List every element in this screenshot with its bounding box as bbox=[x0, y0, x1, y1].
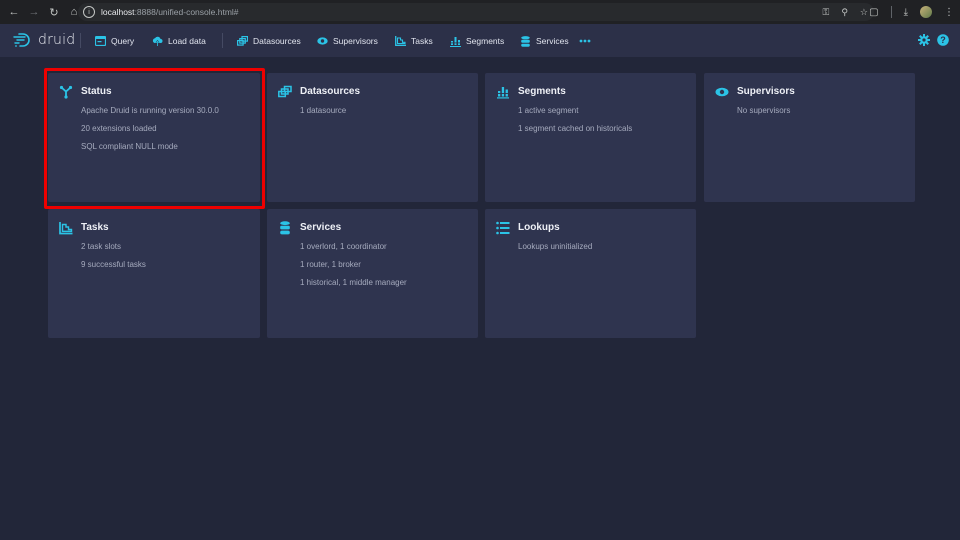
nav-more-button[interactable] bbox=[579, 33, 596, 49]
card-datasources[interactable]: Datasources 1 datasource bbox=[267, 73, 478, 202]
profile-avatar[interactable] bbox=[920, 6, 932, 18]
task-slots: 2 task slots bbox=[81, 242, 122, 251]
settings-icon[interactable] bbox=[918, 34, 930, 46]
application-icon bbox=[95, 36, 106, 47]
app-header: druid Query Load data Datasources Superv… bbox=[0, 24, 960, 57]
nav-supervisors[interactable]: Supervisors bbox=[317, 33, 378, 49]
nav-query[interactable]: Query bbox=[95, 33, 134, 49]
eye-icon bbox=[317, 36, 328, 47]
cloud-upload-icon bbox=[152, 36, 163, 47]
url-text[interactable]: localhost:8888/unified-console.html# bbox=[101, 7, 239, 17]
status-extensions: 20 extensions loaded bbox=[81, 124, 157, 133]
nav-datasources-label: Datasources bbox=[253, 36, 301, 46]
menu-icon[interactable]: ⋮ bbox=[944, 7, 954, 18]
card-title: Segments bbox=[518, 86, 566, 97]
card-segments[interactable]: Segments 1 active segment 1 segment cach… bbox=[485, 73, 696, 202]
status-null-mode: SQL compliant NULL mode bbox=[81, 142, 178, 151]
nav-divider bbox=[80, 33, 81, 48]
logo-text: druid bbox=[38, 32, 76, 48]
services-overlord-coordinator: 1 overlord, 1 coordinator bbox=[300, 242, 387, 251]
card-status[interactable]: Status Apache Druid is running version 3… bbox=[48, 73, 260, 202]
nav-services[interactable]: Services bbox=[520, 33, 569, 49]
eye-icon bbox=[715, 87, 729, 97]
download-icon[interactable]: ⤓ bbox=[904, 7, 908, 18]
supervisors-status: No supervisors bbox=[737, 106, 791, 115]
forward-icon[interactable]: → bbox=[25, 3, 43, 21]
nav-supervisors-label: Supervisors bbox=[333, 36, 378, 46]
status-icon bbox=[59, 85, 73, 99]
nav-datasources[interactable]: Datasources bbox=[237, 33, 301, 49]
multi-select-icon bbox=[237, 36, 248, 47]
site-info-icon[interactable]: i bbox=[83, 6, 95, 18]
segments-icon bbox=[497, 87, 509, 99]
nav-load-data-label: Load data bbox=[168, 36, 206, 46]
nav-tasks-label: Tasks bbox=[411, 36, 433, 46]
card-title: Datasources bbox=[300, 86, 361, 97]
database-icon bbox=[520, 35, 531, 47]
extensions-icon[interactable]: ▢ bbox=[869, 7, 878, 18]
druid-logo[interactable]: druid bbox=[12, 32, 75, 48]
datasources-icon bbox=[278, 85, 292, 98]
card-supervisors[interactable]: Supervisors No supervisors bbox=[704, 73, 915, 202]
nav-segments[interactable]: Segments bbox=[450, 33, 504, 49]
url-path: :8888/unified-console.html# bbox=[134, 7, 239, 17]
stacked-chart-icon bbox=[450, 36, 461, 47]
lookups-status: Lookups uninitialized bbox=[518, 242, 593, 251]
card-services[interactable]: Services 1 overlord, 1 coordinator 1 rou… bbox=[267, 209, 478, 338]
star-icon[interactable]: ☆ bbox=[860, 7, 868, 18]
services-router-broker: 1 router, 1 broker bbox=[300, 260, 361, 269]
nav-segments-label: Segments bbox=[466, 36, 505, 46]
toolbar-divider bbox=[890, 6, 892, 18]
card-title: Supervisors bbox=[737, 86, 795, 97]
more-icon bbox=[579, 36, 591, 47]
cached-segments: 1 segment cached on historicals bbox=[518, 124, 633, 133]
card-title: Lookups bbox=[518, 222, 560, 233]
nav-tasks[interactable]: Tasks bbox=[395, 33, 433, 49]
key-icon[interactable]: ⚿ bbox=[822, 7, 829, 18]
card-title: Tasks bbox=[81, 222, 109, 233]
browser-toolbar: ← → ↻ ⌂ i localhost:8888/unified-console… bbox=[0, 0, 960, 24]
zoom-icon[interactable]: ⚲ bbox=[841, 7, 848, 18]
services-historical-middlemanager: 1 historical, 1 middle manager bbox=[300, 278, 407, 287]
nav-services-label: Services bbox=[536, 36, 569, 46]
active-segments: 1 active segment bbox=[518, 106, 579, 115]
nav-divider bbox=[222, 33, 223, 48]
help-icon[interactable]: ? bbox=[937, 34, 949, 46]
list-icon bbox=[496, 221, 510, 235]
back-icon[interactable]: ← bbox=[5, 3, 23, 21]
nav-load-data[interactable]: Load data bbox=[152, 33, 206, 49]
reload-icon[interactable]: ↻ bbox=[45, 3, 63, 21]
svg-text:?: ? bbox=[940, 35, 946, 45]
card-title: Services bbox=[300, 222, 342, 233]
datasource-count: 1 datasource bbox=[300, 106, 347, 115]
url-host: localhost bbox=[101, 7, 135, 17]
status-version: Apache Druid is running version 30.0.0 bbox=[81, 106, 219, 115]
database-icon bbox=[280, 221, 290, 235]
nav-query-label: Query bbox=[111, 36, 135, 46]
card-lookups[interactable]: Lookups Lookups uninitialized bbox=[485, 209, 696, 338]
card-title: Status bbox=[81, 86, 112, 97]
address-bar[interactable]: i localhost:8888/unified-console.html# ⚿… bbox=[78, 3, 874, 21]
successful-tasks: 9 successful tasks bbox=[81, 260, 146, 269]
gantt-chart-icon bbox=[395, 36, 406, 47]
druid-logo-icon bbox=[13, 33, 30, 47]
card-tasks[interactable]: Tasks 2 task slots 9 successful tasks bbox=[48, 209, 260, 338]
tasks-icon bbox=[59, 222, 73, 235]
